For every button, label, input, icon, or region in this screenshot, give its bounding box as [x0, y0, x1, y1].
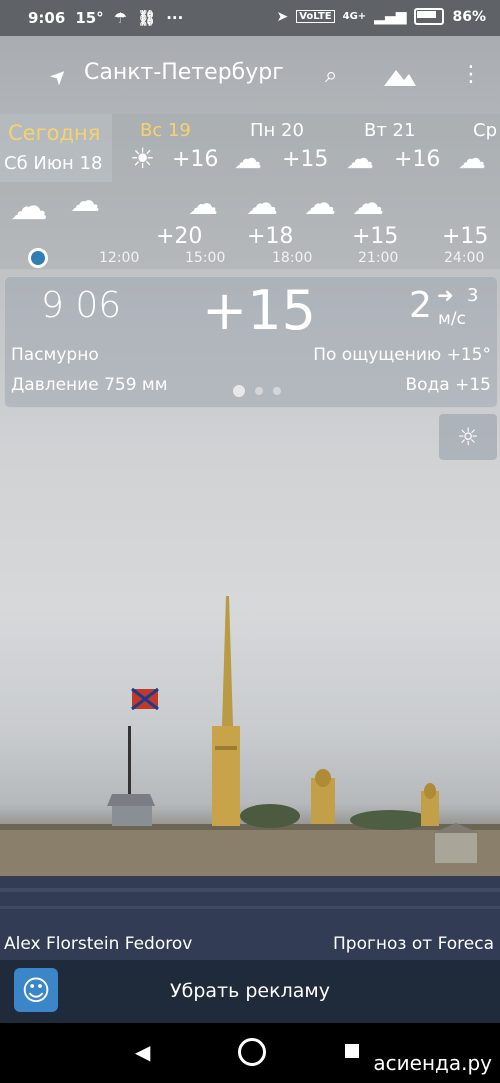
- city-name[interactable]: Санкт-Петербург: [84, 60, 284, 85]
- current-conditions-panel[interactable]: 9 06 +15 2 ➜ 3 м/с Пасмурно По ощущению …: [4, 276, 498, 408]
- feels-like-text: По ощущению +15°: [313, 345, 491, 365]
- page-indicator: [233, 385, 281, 397]
- day-card-wed[interactable]: Ср ☁: [456, 114, 500, 182]
- sun-icon: ☀: [130, 142, 156, 175]
- hour-temp: +18: [247, 224, 294, 249]
- condition-text: Пасмурно: [11, 345, 99, 365]
- cloud-icon: ☁: [10, 184, 48, 228]
- landscape-icon[interactable]: [382, 64, 418, 88]
- water-temp-text: Вода +15: [405, 375, 491, 395]
- overflow-menu-icon[interactable]: ⋮: [460, 62, 482, 87]
- back-icon[interactable]: ◀: [135, 1040, 150, 1064]
- day-temp: +16: [394, 147, 441, 172]
- day-label: Пн 20: [250, 120, 304, 141]
- status-bar: 9:06 15° ☂ ⛓ ··· ➤ VoLTE 4G+ ▂▄▆ 86%: [0, 0, 500, 36]
- hour-time: 24:00: [444, 250, 485, 266]
- current-time: 9 06: [41, 285, 122, 326]
- rain-cloud-icon: ☁: [246, 184, 278, 222]
- weather-effects-icon: ☼: [457, 423, 479, 451]
- weather-effects-button[interactable]: ☼: [439, 414, 497, 460]
- day-label: Ср: [473, 120, 497, 141]
- day-temp: +15: [282, 147, 329, 172]
- wind-speed: 2: [409, 285, 432, 326]
- umbrella-icon: ☂: [113, 9, 128, 27]
- today-label: Сегодня: [8, 121, 101, 145]
- hour-time: 12:00: [99, 250, 140, 266]
- hour-temp: +15: [352, 224, 399, 249]
- more-icon: ···: [166, 9, 184, 27]
- rain-cloud-icon: ☁: [346, 142, 374, 175]
- day-card-sun[interactable]: Вс 19 ☀ +16: [120, 114, 220, 182]
- status-temp: 15°: [75, 9, 104, 27]
- hour-temp: +20: [156, 224, 203, 249]
- location-arrow-icon: ➤: [276, 8, 289, 25]
- volte-icon: VoLTE: [296, 10, 335, 23]
- current-temp: +15: [202, 279, 316, 342]
- day-card-mon[interactable]: Пн 20 ☁ +15: [232, 114, 337, 182]
- link-icon: ⛓: [137, 9, 157, 27]
- cloud-icon: ☁: [70, 184, 100, 219]
- day-label: Вс 19: [140, 120, 191, 141]
- photo-credit[interactable]: Alex Florstein Fedorov: [4, 934, 192, 954]
- battery-icon: [414, 8, 445, 25]
- search-icon[interactable]: ⌕: [325, 63, 337, 88]
- wind-direction-icon: ➜: [437, 283, 454, 307]
- system-nav-bar: ◀ асиенда.ру: [0, 1023, 500, 1083]
- remove-ads-bar[interactable]: ☺ Убрать рекламу: [0, 960, 500, 1023]
- rain-cloud-icon: ☁: [234, 142, 262, 175]
- remove-ads-label[interactable]: Убрать рекламу: [0, 980, 500, 1002]
- wind-direction-value: 3: [467, 285, 479, 306]
- hour-temp: +15: [442, 224, 489, 249]
- top-toolbar: ➤ Санкт-Петербург ⌕ ⋮: [0, 50, 500, 102]
- today-card[interactable]: Сегодня Сб Июн 18: [0, 114, 112, 182]
- hour-time: 18:00: [272, 250, 313, 266]
- day-label: Вт 21: [364, 120, 416, 141]
- network-label: 4G+: [342, 11, 367, 22]
- hour-time: 15:00: [185, 250, 226, 266]
- rain-cloud-icon: ☁: [304, 184, 336, 222]
- watermark: асиенда.ру: [373, 1051, 492, 1075]
- status-time: 9:06: [28, 9, 66, 27]
- recents-icon[interactable]: [345, 1044, 359, 1058]
- battery-percent: 86%: [452, 8, 486, 25]
- hour-time: 21:00: [358, 250, 399, 266]
- pressure-text: Давление 759 мм: [11, 375, 168, 395]
- rain-cloud-icon: ☁: [458, 142, 486, 175]
- page-dot-active: [233, 385, 245, 397]
- forecast-source[interactable]: Прогноз от Foreca: [333, 934, 494, 954]
- page-dot: [255, 387, 263, 395]
- home-icon[interactable]: [238, 1038, 266, 1066]
- signal-icon: ▂▄▆: [374, 8, 407, 25]
- forecast-strip: Сегодня Сб Июн 18 Вс 19 ☀ +16 Пн 20 ☁ +1…: [0, 114, 500, 269]
- rain-cloud-icon: ☁: [352, 184, 384, 222]
- day-card-tue[interactable]: Вт 21 ☁ +16: [344, 114, 449, 182]
- current-hour-indicator: [28, 248, 48, 268]
- today-date: Сб Июн 18: [4, 153, 103, 174]
- cloud-icon: ☁: [188, 187, 218, 222]
- wind-unit: м/с: [438, 309, 466, 329]
- page-dot: [273, 387, 281, 395]
- day-temp: +16: [172, 147, 219, 172]
- location-icon[interactable]: ➤: [44, 62, 73, 91]
